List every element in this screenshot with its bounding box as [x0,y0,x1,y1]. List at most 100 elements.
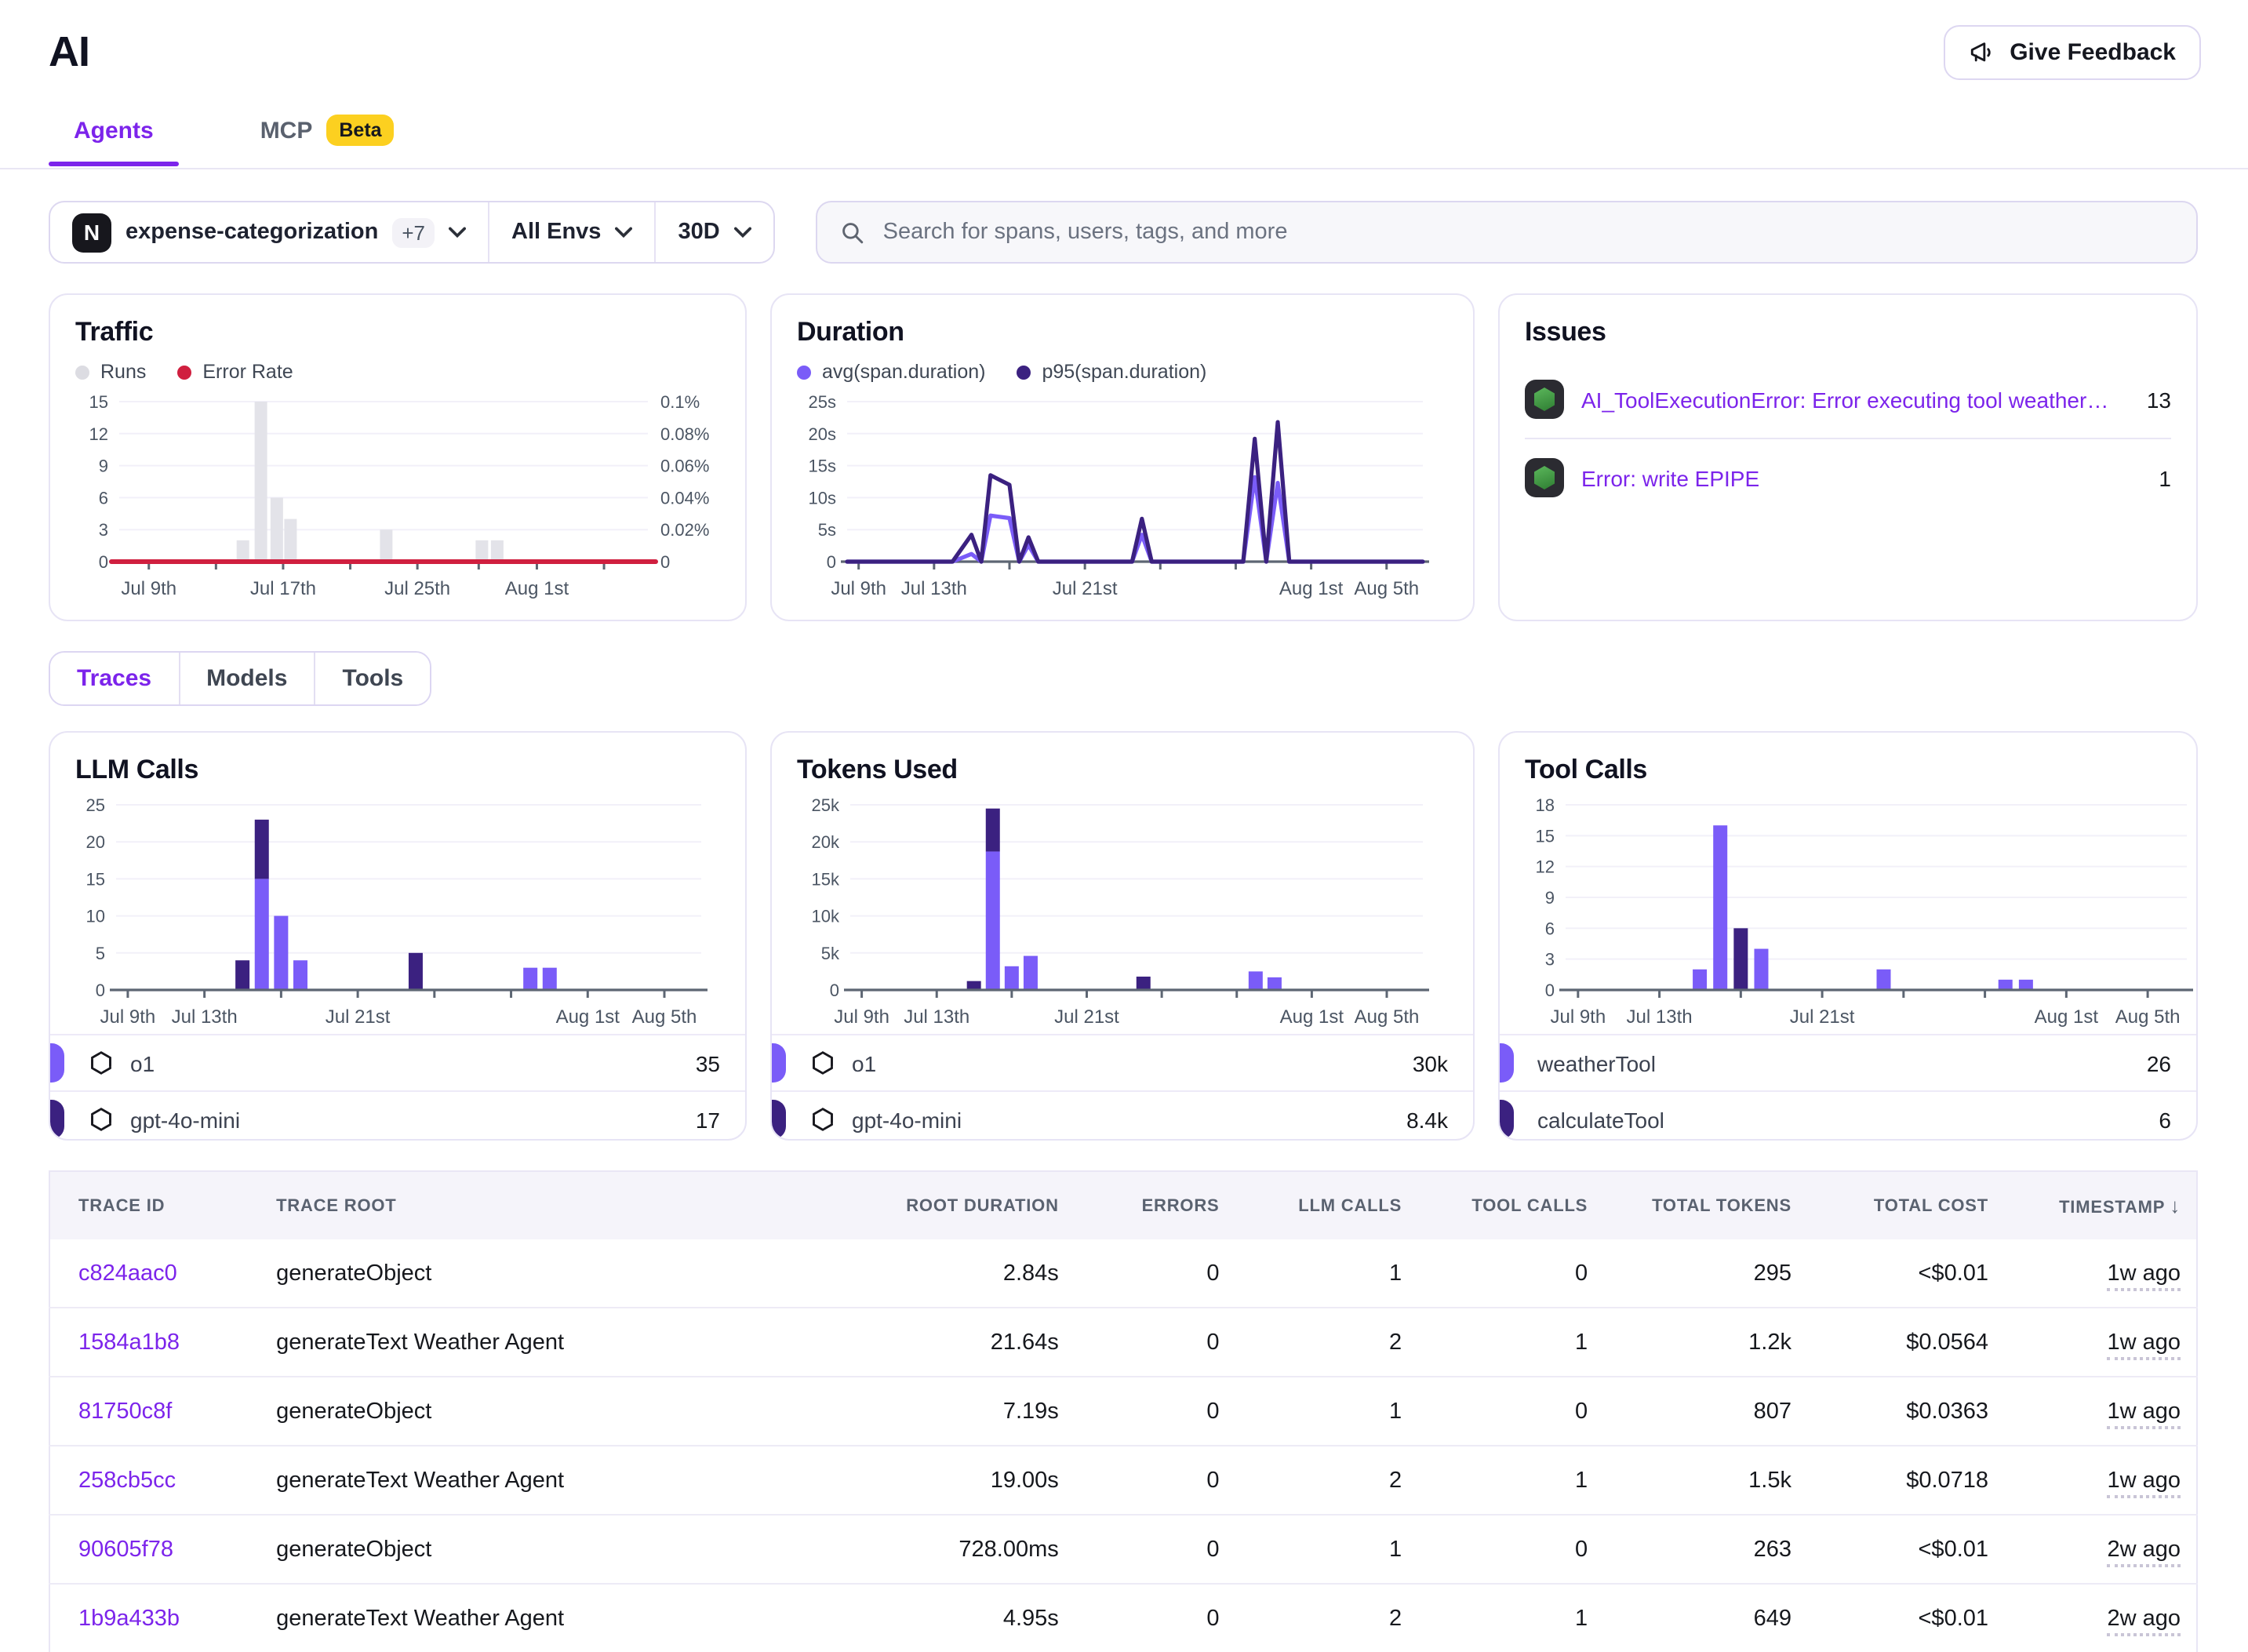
legend-dot [75,365,89,379]
svg-text:0.08%: 0.08% [660,424,709,444]
page-title: AI [49,0,2198,77]
legend-dot [797,365,811,379]
root-duration-cell: 2.84s [859,1239,1075,1308]
project-selector[interactable]: N expense-categorization +7 [50,202,488,262]
column-header-trace-id[interactable]: TRACE ID [49,1171,260,1239]
search-input[interactable] [880,218,2174,246]
issue-link[interactable]: Error: write EPIPE [1581,465,1759,490]
svg-text:Aug 1st: Aug 1st [2035,1006,2099,1028]
legend-label: p95(span.duration) [1042,361,1206,383]
tab-agents[interactable]: Agents [49,117,179,166]
total-tokens-cell: 1.2k [1603,1308,1807,1377]
total-tokens-cell: 807 [1603,1377,1807,1446]
tool-calls-cell: 1 [1417,1308,1603,1377]
subtab-tools[interactable]: Tools [314,653,430,704]
trace-id-link[interactable]: c824aac0 [78,1261,177,1286]
openai-icon [809,1106,836,1133]
issue-link[interactable]: AI_ToolExecutionError: Error executing t… [1581,387,2115,412]
series-value: 35 [696,1050,720,1075]
date-range-selector[interactable]: 30D [654,202,773,262]
series-name: calculateTool [1537,1107,1664,1132]
trace-id-link[interactable]: 90605f78 [78,1537,173,1562]
column-header-total-cost[interactable]: TOTAL COST [1807,1171,2004,1239]
svg-text:9: 9 [1545,888,1555,908]
beta-badge: Beta [326,115,394,146]
subtab-models[interactable]: Models [178,653,314,704]
timestamp-value[interactable]: 1w ago [2107,1330,2181,1359]
errors-cell: 0 [1075,1515,1235,1584]
total-cost-cell: $0.0564 [1807,1308,2004,1377]
column-header-trace-root[interactable]: TRACE ROOT [260,1171,859,1239]
trace-id-link[interactable]: 81750c8f [78,1399,172,1424]
tab-mcp[interactable]: MCPBeta [235,115,420,168]
give-feedback-button[interactable]: Give Feedback [1944,25,2201,80]
issues-list: AI_ToolExecutionError: Error executing t… [1525,361,2171,516]
table-row[interactable]: 258cb5ccgenerateText Weather Agent19.00s… [49,1446,2197,1515]
table-row[interactable]: 90605f78generateObject728.00ms010263<$0.… [49,1515,2197,1584]
legend-item: Error Rate [177,361,293,383]
table-row[interactable]: c824aac0generateObject2.84s010295<$0.011… [49,1239,2197,1308]
svg-text:25s: 25s [809,392,836,412]
legend-row[interactable]: calculateTool6 [1500,1090,2196,1141]
legend-item: avg(span.duration) [797,361,985,383]
sort-desc-icon[interactable]: ↓ [2170,1194,2181,1217]
legend-row[interactable]: gpt-4o-mini8.4k [772,1090,1473,1141]
chevron-down-icon [449,226,466,238]
svg-text:0.1%: 0.1% [660,392,700,412]
svg-text:0: 0 [830,981,839,1000]
total-cost-cell: $0.0363 [1807,1377,2004,1446]
filter-row: N expense-categorization +7 All Envs 30D [0,201,2248,264]
timestamp-value[interactable]: 2w ago [2107,1606,2181,1636]
series-value: 26 [2147,1050,2171,1075]
trace-id-link[interactable]: 258cb5cc [78,1468,176,1493]
svg-text:0: 0 [660,552,670,572]
timestamp-value[interactable]: 2w ago [2107,1537,2181,1566]
traffic-legend: RunsError Rate [75,361,720,383]
env-selector[interactable]: All Envs [488,202,654,262]
svg-text:20s: 20s [809,424,836,444]
column-header-timestamp[interactable]: TIMESTAMP↓ [2004,1171,2197,1239]
column-header-errors[interactable]: ERRORS [1075,1171,1235,1239]
svg-text:5: 5 [96,944,105,963]
table-row[interactable]: 81750c8fgenerateObject7.19s010807$0.0363… [49,1377,2197,1446]
column-header-llm-calls[interactable]: LLM CALLS [1235,1171,1418,1239]
trace-id-link[interactable]: 1584a1b8 [78,1330,180,1355]
column-header-tool-calls[interactable]: TOOL CALLS [1417,1171,1603,1239]
svg-text:Jul 13th: Jul 13th [1627,1006,1693,1028]
megaphone-icon [1969,39,1995,66]
legend-row[interactable]: o135 [50,1034,745,1090]
table-row[interactable]: 1b9a433bgenerateText Weather Agent4.95s0… [49,1584,2197,1652]
svg-text:Jul 13th: Jul 13th [904,1006,969,1028]
tab-divider [0,168,2248,169]
errors-cell: 0 [1075,1239,1235,1308]
table-header-row: TRACE IDTRACE ROOTROOT DURATIONERRORSLLM… [49,1171,2197,1239]
trace-id-link[interactable]: 1b9a433b [78,1606,180,1631]
traces-table-header: TRACE IDTRACE ROOTROOT DURATIONERRORSLLM… [49,1171,2197,1239]
timestamp-value[interactable]: 1w ago [2107,1399,2181,1428]
trace-root-cell: generateText Weather Agent [260,1584,859,1652]
legend-row[interactable]: o130k [772,1034,1473,1090]
series-color-chip [772,1100,786,1139]
total-cost-cell: <$0.01 [1807,1515,2004,1584]
trace-root-cell: generateObject [260,1377,859,1446]
tool-calls-legend: weatherTool26calculateTool6 [1500,1034,2196,1141]
legend-row[interactable]: weatherTool26 [1500,1034,2196,1090]
traces-table-body: c824aac0generateObject2.84s010295<$0.011… [49,1239,2197,1652]
errors-cell: 0 [1075,1446,1235,1515]
timestamp-value[interactable]: 1w ago [2107,1468,2181,1497]
legend-row[interactable]: gpt-4o-mini17 [50,1090,745,1141]
subtab-section: TracesModelsTools [0,621,2248,706]
table-row[interactable]: 1584a1b8generateText Weather Agent21.64s… [49,1308,2197,1377]
traces-table: TRACE IDTRACE ROOTROOT DURATIONERRORSLLM… [49,1170,2198,1652]
timestamp-value[interactable]: 1w ago [2107,1261,2181,1290]
column-header-total-tokens[interactable]: TOTAL TOKENS [1603,1171,1807,1239]
tool-calls-card: Tool Calls 0369121518Jul 9thJul 13thJul … [1498,731,2198,1141]
tool-calls-chart: 0369121518Jul 9thJul 13thJul 21stAug 1st… [1525,795,2198,1034]
chevron-down-icon [734,226,751,238]
subtab-traces[interactable]: Traces [50,653,178,704]
svg-text:5k: 5k [821,944,840,963]
search-box[interactable] [816,201,2198,264]
column-header-root-duration[interactable]: ROOT DURATION [859,1171,1075,1239]
svg-text:0: 0 [1545,981,1555,1000]
trace-id-cell: c824aac0 [49,1239,260,1308]
